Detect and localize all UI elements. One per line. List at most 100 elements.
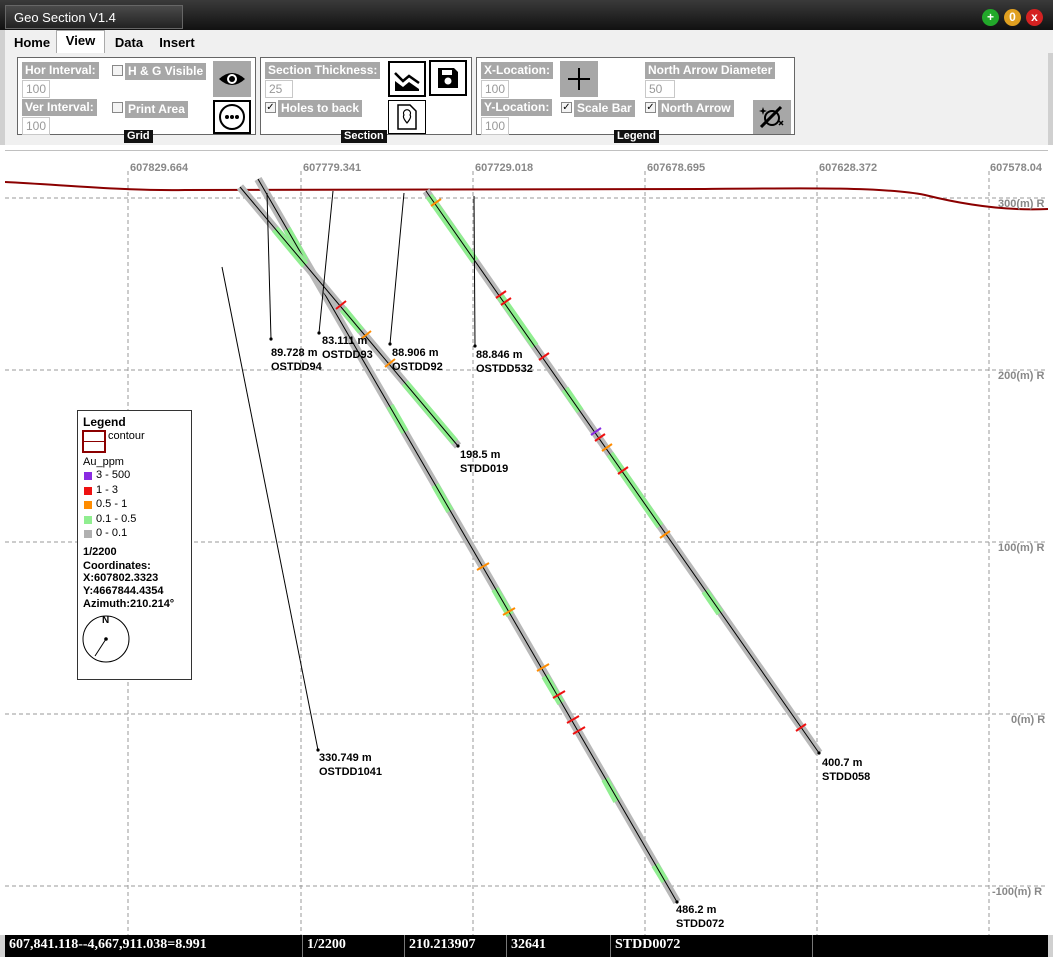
- hole-depth: 88.906 m: [392, 347, 439, 359]
- north-arrow-diameter-input[interactable]: 50: [645, 80, 675, 98]
- map-pin-file-icon: [397, 104, 417, 130]
- section-canvas[interactable]: 607829.664 607779.341 607729.018 607678.…: [5, 150, 1048, 935]
- drillhole-ostdd92: [389, 192, 405, 345]
- hole-name: OSTDD93: [322, 349, 373, 361]
- close-button[interactable]: x: [1026, 9, 1043, 26]
- hole-label-ostdd93[interactable]: 83.111 m OSTDD93: [322, 334, 373, 362]
- section-thickness-label: Section Thickness:: [265, 62, 381, 79]
- tab-row: Home View Data Insert: [0, 30, 1053, 53]
- visibility-button[interactable]: [213, 61, 251, 97]
- legend-class-label: 3 - 500: [96, 469, 131, 481]
- contour-swatch: [82, 430, 106, 453]
- tab-insert[interactable]: Insert: [153, 33, 201, 53]
- location-file-button[interactable]: [388, 100, 426, 134]
- north-arrow-checkbox[interactable]: ✓: [645, 102, 656, 113]
- check-icon: ✓: [266, 102, 275, 113]
- maximize-button[interactable]: +: [982, 9, 999, 26]
- hole-depth: 486.2 m: [676, 904, 717, 916]
- legend-swatch: [84, 472, 92, 480]
- tab-view[interactable]: View: [56, 30, 105, 53]
- drillhole-ostdd94: [266, 192, 272, 340]
- status-azimuth: 210.213907: [405, 935, 507, 957]
- hole-name: OSTDD92: [392, 361, 443, 373]
- magic-wand-icon: [759, 105, 784, 129]
- hole-depth: 330.749 m: [319, 752, 372, 764]
- minimize-icon: 0: [1009, 10, 1016, 24]
- status-count: 32641: [507, 935, 611, 957]
- y-location-label: Y-Location:: [481, 99, 553, 116]
- drillhole-ostdd532: [473, 195, 476, 347]
- hor-interval-input[interactable]: 100: [22, 80, 50, 98]
- status-scale: 1/2200: [303, 935, 405, 957]
- x-tick-label: 607578.04: [990, 162, 1042, 174]
- hole-name: OSTDD1041: [319, 766, 382, 778]
- north-label: N: [102, 615, 110, 626]
- scale-bar-label: Scale Bar: [574, 100, 635, 117]
- grid-group: Hor Interval: 100 H & G Visible Ver Inte…: [17, 57, 256, 143]
- hole-label-stdd019[interactable]: 198.5 m STDD019: [460, 448, 508, 476]
- x-tick-label: 607729.018: [475, 162, 534, 174]
- section-thickness-input[interactable]: 25: [265, 80, 293, 98]
- close-icon: x: [1031, 10, 1038, 24]
- add-location-button[interactable]: [560, 61, 598, 97]
- y-tick-label: 200(m) R: [998, 370, 1045, 382]
- legend-group-label: Legend: [614, 130, 660, 143]
- hg-visible-checkbox[interactable]: [112, 65, 123, 76]
- title-box: Geo Section V1.4: [5, 5, 183, 29]
- hole-depth: 198.5 m: [460, 449, 501, 461]
- x-tick-label: 607678.695: [647, 162, 706, 174]
- tab-data[interactable]: Data: [105, 33, 153, 53]
- print-area-checkbox[interactable]: [112, 102, 123, 113]
- hole-label-ostdd94[interactable]: 89.728 m OSTDD94: [271, 346, 322, 374]
- ribbon: Hor Interval: 100 H & G Visible Ver Inte…: [0, 53, 1053, 145]
- status-hole: STDD0072: [611, 935, 813, 957]
- more-options-button[interactable]: [213, 100, 251, 134]
- y-location-input[interactable]: 100: [481, 117, 509, 135]
- minimize-button[interactable]: 0: [1004, 9, 1021, 26]
- status-bar: 607,841.118--4,667,911.038=8.991 1/2200 …: [0, 935, 1053, 957]
- hole-depth: 88.846 m: [476, 349, 523, 361]
- hole-label-stdd058[interactable]: 400.7 m STDD058: [822, 756, 870, 784]
- legend-class-label: 0.1 - 0.5: [96, 513, 137, 525]
- legend-x-coord: X:607802.3323: [83, 572, 159, 584]
- hole-name: STDD058: [822, 771, 871, 783]
- hole-label-ostdd1041[interactable]: 330.749 m OSTDD1041: [319, 751, 382, 779]
- maximize-icon: +: [986, 10, 994, 24]
- north-arrow-diameter-label: North Arrow Diameter: [645, 62, 776, 79]
- y-tick-label: -100(m) R: [992, 886, 1043, 898]
- scale-bar-checkbox[interactable]: ✓: [561, 102, 572, 113]
- print-area-label: Print Area: [125, 101, 188, 118]
- tab-home[interactable]: Home: [8, 33, 56, 53]
- legend-group: X-Location: 100 Y-Location: 100 ✓ Scale …: [476, 57, 795, 143]
- holes-to-back-label: Holes to back: [278, 100, 363, 117]
- terrain-profile-icon: [394, 72, 420, 91]
- hole-depth: 89.728 m: [271, 347, 318, 359]
- hole-depth: 83.111 m: [322, 335, 368, 347]
- profile-button[interactable]: [388, 61, 426, 97]
- legend-azimuth: Azimuth:210.214°: [83, 598, 175, 610]
- hole-depth: 400.7 m: [822, 757, 863, 769]
- hole-label-ostdd92[interactable]: 88.906 m OSTDD92: [392, 346, 443, 374]
- x-tick-label: 607628.372: [819, 162, 878, 174]
- drillhole-stdd019: [239, 186, 459, 447]
- section-group-label: Section: [341, 130, 387, 143]
- legend-title: Legend: [83, 415, 126, 429]
- holes-to-back-checkbox[interactable]: ✓: [265, 102, 276, 113]
- hole-name: OSTDD94: [271, 361, 322, 373]
- legend-swatch: [84, 487, 92, 495]
- hole-label-stdd072[interactable]: 486.2 m STDD072: [676, 903, 724, 931]
- hole-label-ostdd532[interactable]: 88.846 m OSTDD532: [476, 348, 533, 376]
- y-tick-label: 300(m) R: [998, 198, 1045, 210]
- crosshair-icon: [568, 68, 590, 90]
- contour-label: contour: [108, 430, 145, 442]
- legend-swatch: [84, 516, 92, 524]
- save-button[interactable]: [429, 60, 467, 96]
- hole-end-marker: [269, 337, 273, 341]
- x-location-input[interactable]: 100: [481, 80, 509, 98]
- map-legend[interactable]: Legend contour Au_ppm 3 - 500 1 - 3 0.5 …: [77, 410, 192, 680]
- ver-interval-input[interactable]: 100: [22, 117, 50, 135]
- check-icon: ✓: [562, 102, 571, 113]
- auto-legend-button[interactable]: [753, 100, 791, 134]
- save-icon: [438, 68, 458, 88]
- legend-scale: 1/2200: [83, 546, 117, 558]
